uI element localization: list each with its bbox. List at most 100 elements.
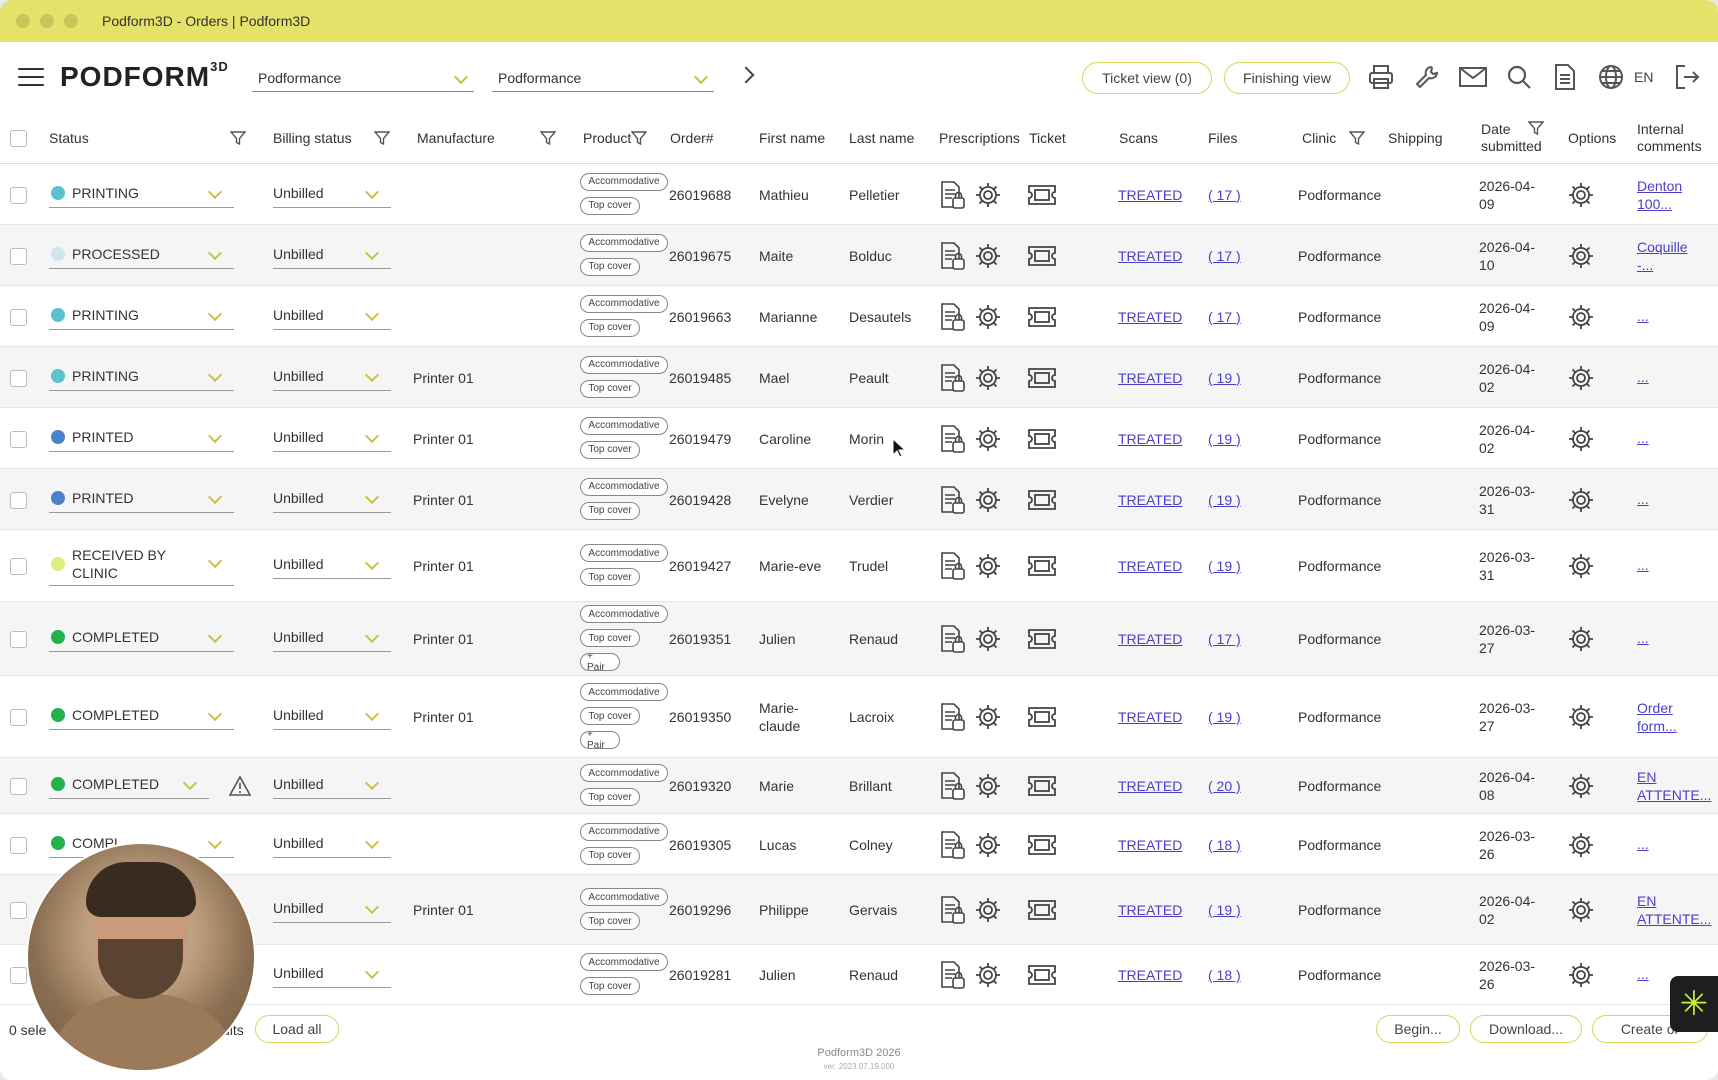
prescription-settings-gear-icon[interactable] bbox=[974, 181, 1002, 212]
internal-comment-link-line2[interactable]: form... bbox=[1637, 717, 1677, 735]
search-icon[interactable] bbox=[1504, 62, 1534, 92]
files-link[interactable]: ( 19 ) bbox=[1208, 557, 1241, 575]
table-row[interactable]: COMPLETED Unbilled Printer 01 Accommodati… bbox=[0, 676, 1718, 758]
row-checkbox[interactable] bbox=[10, 836, 27, 854]
prescription-document-icon[interactable] bbox=[940, 895, 966, 928]
prescription-settings-gear-icon[interactable] bbox=[974, 772, 1002, 803]
column-last-name[interactable]: Last name bbox=[849, 112, 914, 164]
prescription-settings-gear-icon[interactable] bbox=[974, 625, 1002, 656]
filter-icon[interactable] bbox=[631, 130, 647, 146]
filter-icon[interactable] bbox=[230, 130, 246, 146]
row-checkbox[interactable] bbox=[10, 247, 27, 265]
billing-status-select[interactable]: Unbilled bbox=[273, 178, 391, 208]
ticket-icon[interactable] bbox=[1027, 899, 1057, 924]
table-row[interactable]: COMPL Unbilled Accommodative Top cover 260… bbox=[0, 814, 1718, 875]
prescription-settings-gear-icon[interactable] bbox=[974, 703, 1002, 734]
prescription-settings-gear-icon[interactable] bbox=[974, 486, 1002, 517]
ticket-view-button[interactable]: Ticket view (0) bbox=[1082, 62, 1212, 94]
ticket-icon[interactable] bbox=[1027, 706, 1057, 731]
row-checkbox[interactable] bbox=[10, 308, 27, 326]
begin-button[interactable]: Begin... bbox=[1376, 1015, 1460, 1043]
close-window-button[interactable] bbox=[16, 14, 30, 28]
files-link[interactable]: ( 17 ) bbox=[1208, 308, 1241, 326]
prescription-settings-gear-icon[interactable] bbox=[974, 425, 1002, 456]
internal-comment-link[interactable]: ... bbox=[1637, 556, 1649, 574]
scans-link[interactable]: TREATED bbox=[1118, 491, 1182, 509]
mail-icon[interactable] bbox=[1458, 62, 1488, 92]
billing-status-select[interactable]: Unbilled bbox=[273, 769, 391, 799]
ticket-icon[interactable] bbox=[1027, 964, 1057, 989]
select-all-checkbox[interactable] bbox=[10, 130, 27, 147]
options-gear-icon[interactable] bbox=[1567, 364, 1595, 395]
options-gear-icon[interactable] bbox=[1567, 181, 1595, 212]
billing-status-select[interactable]: Unbilled bbox=[273, 239, 391, 269]
billing-status-select[interactable]: Unbilled bbox=[273, 483, 391, 513]
status-select[interactable]: RECEIVED BY CLINIC bbox=[49, 542, 234, 586]
internal-comment-link-line2[interactable]: 100... bbox=[1637, 195, 1672, 213]
files-link[interactable]: ( 18 ) bbox=[1208, 966, 1241, 984]
prescription-document-icon[interactable] bbox=[940, 960, 966, 993]
maximize-window-button[interactable] bbox=[64, 14, 78, 28]
files-link[interactable]: ( 17 ) bbox=[1208, 630, 1241, 648]
column-status[interactable]: Status bbox=[49, 112, 89, 164]
scans-link[interactable]: TREATED bbox=[1118, 247, 1182, 265]
internal-comment-link[interactable]: Coquille bbox=[1637, 238, 1688, 256]
scans-link[interactable]: TREATED bbox=[1118, 836, 1182, 854]
scans-link[interactable]: TREATED bbox=[1118, 369, 1182, 387]
prescription-settings-gear-icon[interactable] bbox=[974, 242, 1002, 273]
scans-link[interactable]: TREATED bbox=[1118, 308, 1182, 326]
ticket-icon[interactable] bbox=[1027, 245, 1057, 270]
prescription-settings-gear-icon[interactable] bbox=[974, 364, 1002, 395]
internal-comment-link[interactable]: ... bbox=[1637, 429, 1649, 447]
options-gear-icon[interactable] bbox=[1567, 896, 1595, 927]
options-gear-icon[interactable] bbox=[1567, 303, 1595, 334]
row-checkbox[interactable] bbox=[10, 369, 27, 387]
internal-comment-link[interactable]: ... bbox=[1637, 965, 1649, 983]
prescription-settings-gear-icon[interactable] bbox=[974, 552, 1002, 583]
internal-comment-link-line2[interactable]: ATTENTE... bbox=[1637, 786, 1711, 804]
row-checkbox[interactable] bbox=[10, 709, 27, 726]
status-select[interactable]: COMPLETED bbox=[49, 622, 234, 652]
scans-link[interactable]: TREATED bbox=[1118, 630, 1182, 648]
internal-comment-link[interactable]: ... bbox=[1637, 368, 1649, 386]
scans-link[interactable]: TREATED bbox=[1118, 901, 1182, 919]
prescription-settings-gear-icon[interactable] bbox=[974, 896, 1002, 927]
internal-comment-link[interactable]: ... bbox=[1637, 629, 1649, 647]
status-select[interactable]: PRINTED bbox=[49, 422, 234, 452]
files-link[interactable]: ( 19 ) bbox=[1208, 491, 1241, 509]
column-manufacture[interactable]: Manufacture bbox=[417, 112, 495, 164]
options-gear-icon[interactable] bbox=[1567, 961, 1595, 992]
row-checkbox[interactable] bbox=[10, 491, 27, 509]
options-gear-icon[interactable] bbox=[1567, 772, 1595, 803]
options-gear-icon[interactable] bbox=[1567, 242, 1595, 273]
language-label[interactable]: EN bbox=[1634, 69, 1653, 85]
internal-comment-link[interactable]: Order bbox=[1637, 699, 1673, 717]
files-link[interactable]: ( 19 ) bbox=[1208, 369, 1241, 387]
status-select[interactable]: PRINTING bbox=[49, 178, 234, 208]
files-link[interactable]: ( 19 ) bbox=[1208, 901, 1241, 919]
table-row[interactable]: PRINTING Unbilled Printer 01 Accommodativ… bbox=[0, 347, 1718, 408]
billing-status-select[interactable]: Unbilled bbox=[273, 549, 391, 579]
finishing-view-button[interactable]: Finishing view bbox=[1224, 62, 1350, 94]
files-link[interactable]: ( 20 ) bbox=[1208, 777, 1241, 795]
table-row[interactable]: COMPLETED Unbilled Accommodative Top cove… bbox=[0, 758, 1718, 814]
ticket-icon[interactable] bbox=[1027, 428, 1057, 453]
assistant-widget-icon[interactable]: ✳ bbox=[1670, 976, 1718, 1032]
ticket-icon[interactable] bbox=[1027, 775, 1057, 800]
internal-comment-link[interactable]: Denton bbox=[1637, 177, 1682, 195]
table-row[interactable]: Unbilled Printer 01 Accommodative Top cove… bbox=[0, 875, 1718, 945]
row-checkbox[interactable] bbox=[10, 902, 27, 919]
options-gear-icon[interactable] bbox=[1567, 625, 1595, 656]
internal-comment-link[interactable]: ... bbox=[1637, 490, 1649, 508]
scans-link[interactable]: TREATED bbox=[1118, 557, 1182, 575]
filter-icon[interactable] bbox=[1349, 130, 1365, 146]
billing-status-select[interactable]: Unbilled bbox=[273, 700, 391, 730]
scans-link[interactable]: TREATED bbox=[1118, 708, 1182, 726]
files-link[interactable]: ( 18 ) bbox=[1208, 836, 1241, 854]
prescription-settings-gear-icon[interactable] bbox=[974, 961, 1002, 992]
document-icon[interactable] bbox=[1550, 62, 1580, 92]
globe-icon[interactable] bbox=[1596, 62, 1626, 92]
status-select[interactable]: PRINTED bbox=[49, 483, 234, 513]
table-row[interactable]: Unbilled Accommodative Top cover 26019281 J… bbox=[0, 945, 1718, 1005]
column-clinic[interactable]: Clinic bbox=[1302, 112, 1336, 164]
